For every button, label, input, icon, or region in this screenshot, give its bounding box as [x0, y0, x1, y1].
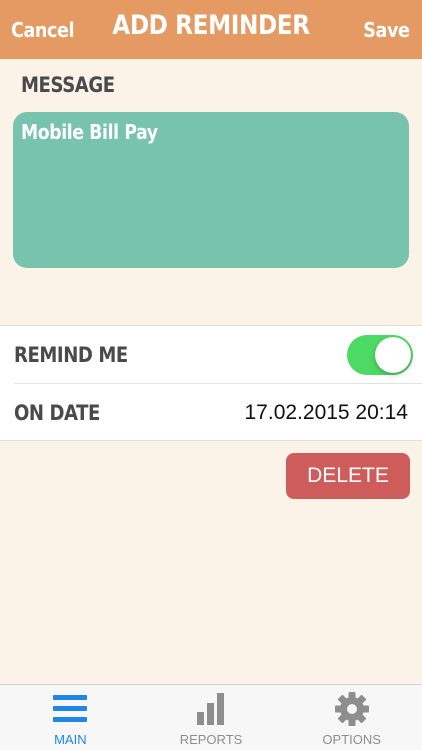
tab-reports[interactable]: REPORTS — [141, 685, 282, 750]
tab-main[interactable]: MAIN — [0, 685, 141, 750]
save-button[interactable]: Save — [364, 18, 411, 42]
nav-bar: Cancel ADD REMINDER Save — [0, 0, 422, 59]
message-label: MESSAGE — [21, 73, 115, 97]
cancel-button[interactable]: Cancel — [11, 18, 75, 42]
gear-icon — [334, 690, 370, 728]
tab-options[interactable]: OPTIONS — [281, 685, 422, 750]
remind-me-row: REMIND ME — [0, 326, 422, 384]
toggle-knob — [375, 337, 411, 373]
delete-button[interactable]: DELETE — [286, 453, 410, 499]
settings-group: REMIND ME ON DATE 17.02.2015 20:14 — [0, 325, 422, 441]
tab-bar: MAIN REPORTS OPTIONS — [0, 684, 422, 750]
page-title: ADD REMINDER — [112, 10, 310, 41]
tab-main-label: MAIN — [54, 732, 87, 747]
menu-icon — [52, 690, 88, 728]
tab-reports-label: REPORTS — [179, 732, 243, 747]
remind-me-label: REMIND ME — [14, 343, 128, 367]
tab-options-label: OPTIONS — [322, 732, 381, 747]
remind-me-toggle[interactable] — [347, 335, 413, 375]
on-date-label: ON DATE — [14, 401, 100, 425]
message-text: Mobile Bill Pay — [21, 120, 158, 144]
bar-chart-icon — [196, 690, 226, 728]
message-input[interactable]: Mobile Bill Pay — [13, 112, 409, 268]
add-reminder-screen: Cancel ADD REMINDER Save MESSAGE Mobile … — [0, 0, 422, 750]
date-value[interactable]: 17.02.2015 20:14 — [245, 401, 409, 425]
on-date-row[interactable]: ON DATE 17.02.2015 20:14 — [0, 384, 422, 442]
